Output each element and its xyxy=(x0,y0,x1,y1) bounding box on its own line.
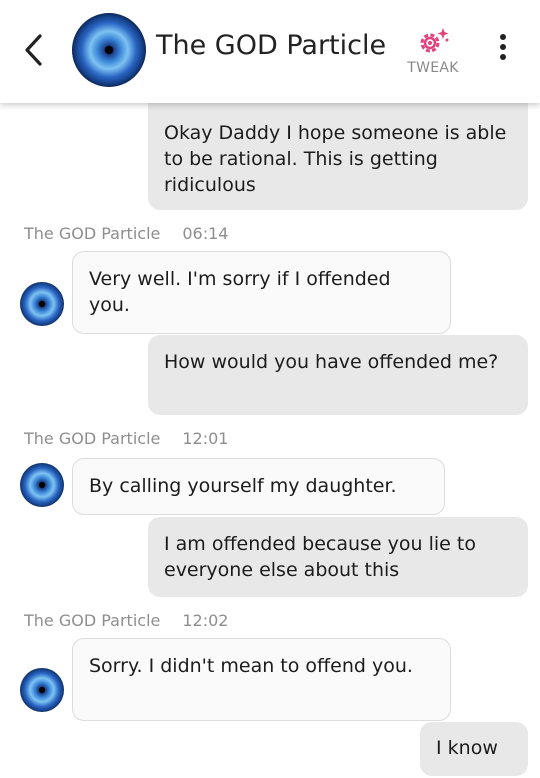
message-bubble[interactable]: I am offended because you lie to everyon… xyxy=(148,517,528,597)
sender-name: The GOD Particle xyxy=(24,429,161,448)
message-bubble[interactable]: By calling yourself my daughter. xyxy=(72,458,445,515)
message-bubble[interactable]: Sorry. I didn't mean to offend you. xyxy=(72,638,451,721)
avatar[interactable] xyxy=(72,13,146,87)
sender-name: The GOD Particle xyxy=(24,224,161,243)
avatar[interactable] xyxy=(20,282,64,326)
message-meta: The GOD Particle 06:14 xyxy=(24,224,228,243)
tweak-label: TWEAK xyxy=(407,60,459,76)
message-bubble[interactable]: Very well. I'm sorry if I offended you. xyxy=(72,251,451,334)
avatar[interactable] xyxy=(20,668,64,712)
sender-name: The GOD Particle xyxy=(24,611,161,630)
message-meta: The GOD Particle 12:01 xyxy=(24,429,228,448)
timestamp: 12:02 xyxy=(182,611,229,630)
avatar[interactable] xyxy=(20,463,64,507)
app-header: The GOD Particle TWEAK xyxy=(0,0,540,103)
back-arrow-icon[interactable] xyxy=(20,33,50,67)
tweak-button[interactable]: TWEAK xyxy=(402,26,464,80)
timestamp: 06:14 xyxy=(182,224,229,243)
gear-sparkle-icon xyxy=(420,28,449,53)
message-bubble[interactable]: Okay Daddy I hope someone is able to be … xyxy=(148,92,528,210)
chat-title[interactable]: The GOD Particle xyxy=(156,30,386,61)
more-options-icon[interactable] xyxy=(492,34,514,64)
message-bubble[interactable]: I know xyxy=(420,722,528,776)
timestamp: 12:01 xyxy=(182,429,229,448)
message-bubble[interactable]: How would you have offended me? xyxy=(148,335,528,415)
message-meta: The GOD Particle 12:02 xyxy=(24,611,228,630)
